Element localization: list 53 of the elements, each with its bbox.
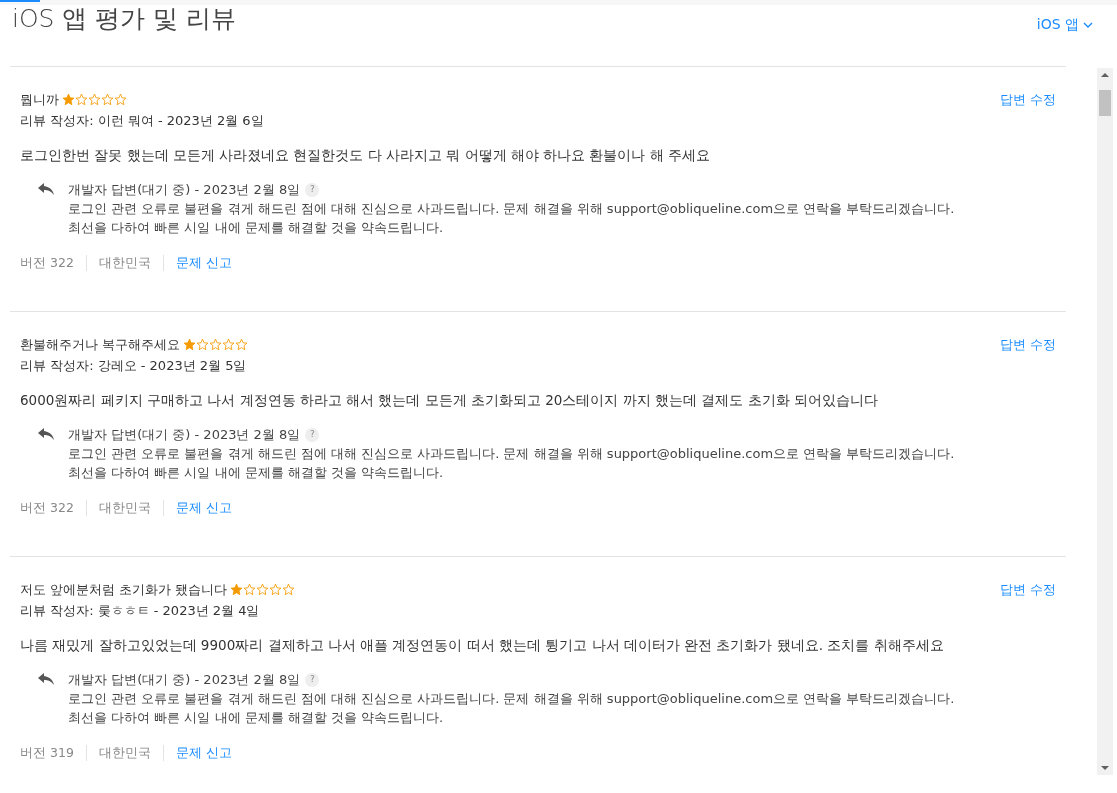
app-version: 버전 319 (20, 744, 74, 762)
reply-text: 로그인 관련 오류로 불편을 겪게 해드린 점에 대해 진심으로 사과드립니다. 문제 해결을 위해 support@obliqueline.com으로 연락을 부탁드리겠습니다. 최선을 다하여 빠른 시일 내에 문제를 해결할 것을 약속드립니다. (68, 200, 955, 237)
help-icon[interactable]: ? (305, 427, 320, 442)
reply-arrow-icon (38, 428, 54, 440)
review-title: 환불해주거나 복구해주세요 (20, 336, 181, 354)
review-country: 대한민국 (98, 254, 151, 272)
platform-dropdown[interactable]: iOS 앱 (1036, 16, 1093, 34)
reply-text: 로그인 관련 오류로 불편을 겪게 해드린 점에 대해 진심으로 사과드립니다. 문제 해결을 위해 support@obliqueline.com으로 연락을 부탁드리겠습니다. 최선을 다하여 빠른 시일 내에 문제를 해결할 것을 약속드립니다. (68, 690, 955, 727)
edit-reply-link[interactable]: 답변 수정 (999, 581, 1056, 599)
page-title: iOS 앱 평가 및 리뷰 (12, 5, 237, 33)
scroll-thumb[interactable] (1099, 90, 1111, 116)
review-title: 뭡니까 (20, 91, 59, 109)
star-icon (222, 338, 236, 351)
help-icon[interactable]: ? (305, 672, 320, 687)
review-text: 나름 재밌게 잘하고있었는데 9900짜리 결제하고 나서 애플 계정연동이 떠서 했는데 튕기고 나서 데이터가 완전 초기화가 됐네요. 조치를 취해주세요 (20, 636, 945, 655)
app-version: 버전 322 (20, 254, 74, 272)
review-title: 저도 앞에분처럼 초기화가 됐습니다 (20, 581, 228, 599)
star-icon (183, 338, 197, 351)
star-icon (256, 583, 270, 596)
star-icon (235, 338, 249, 351)
help-icon[interactable]: ? (305, 182, 320, 197)
review-country: 대한민국 (98, 499, 151, 517)
star-icon (243, 583, 257, 596)
reply-header: 개발자 답변(대기 중) - 2023년 2월 8일 (68, 671, 301, 689)
star-icon (196, 338, 210, 351)
reply-header: 개발자 답변(대기 중) - 2023년 2월 8일 (68, 426, 301, 444)
star-icon (209, 338, 223, 351)
star-icon (101, 93, 114, 106)
review-author: 리뷰 작성자: 이런 뭐여 - 2023년 2월 6일 (20, 112, 264, 130)
app-version: 버전 322 (20, 499, 74, 517)
star-icon (62, 93, 75, 106)
edit-reply-link[interactable]: 답변 수정 (999, 336, 1056, 354)
report-link[interactable]: 문제 신고 (175, 254, 232, 272)
star-icon (269, 583, 283, 596)
reply-text: 로그인 관련 오류로 불편을 겪게 해드린 점에 대해 진심으로 사과드립니다. 문제 해결을 위해 support@obliqueline.com으로 연락을 부탁드리겠습니다. 최선을 다하여 빠른 시일 내에 문제를 해결할 것을 약속드립니다. (68, 445, 955, 482)
reply-header: 개발자 답변(대기 중) - 2023년 2월 8일 (68, 181, 301, 199)
reply-arrow-icon (38, 183, 54, 195)
star-icon (88, 93, 101, 106)
report-link[interactable]: 문제 신고 (175, 499, 232, 517)
star-icon (282, 583, 296, 596)
edit-reply-link[interactable]: 답변 수정 (999, 91, 1056, 109)
review-author: 리뷰 작성자: 룾ㅎㅎㅌ - 2023년 2월 4일 (20, 602, 261, 620)
star-icon (114, 93, 127, 106)
scrollbar[interactable] (1097, 68, 1113, 775)
star-icon (75, 93, 88, 106)
chevron-down-icon (1083, 21, 1093, 29)
star-icon (230, 583, 244, 596)
report-link[interactable]: 문제 신고 (175, 744, 232, 762)
review-text: 로그인한번 잘못 했는데 모든게 사라졌네요 현질한것도 다 사라지고 뭐 어떻게 해야 하나요 환불이나 해 주세요 (20, 146, 712, 165)
review-author: 리뷰 작성자: 강레오 - 2023년 2월 5일 (20, 357, 248, 375)
reply-arrow-icon (38, 673, 54, 685)
review-text: 6000원짜리 페키지 구매하고 나서 계정연동 하라고 해서 했는데 모든게 초기화되고 20스테이지 까지 했는데 결제도 초기화 되어있습니다 (20, 391, 879, 410)
review-country: 대한민국 (98, 744, 151, 762)
